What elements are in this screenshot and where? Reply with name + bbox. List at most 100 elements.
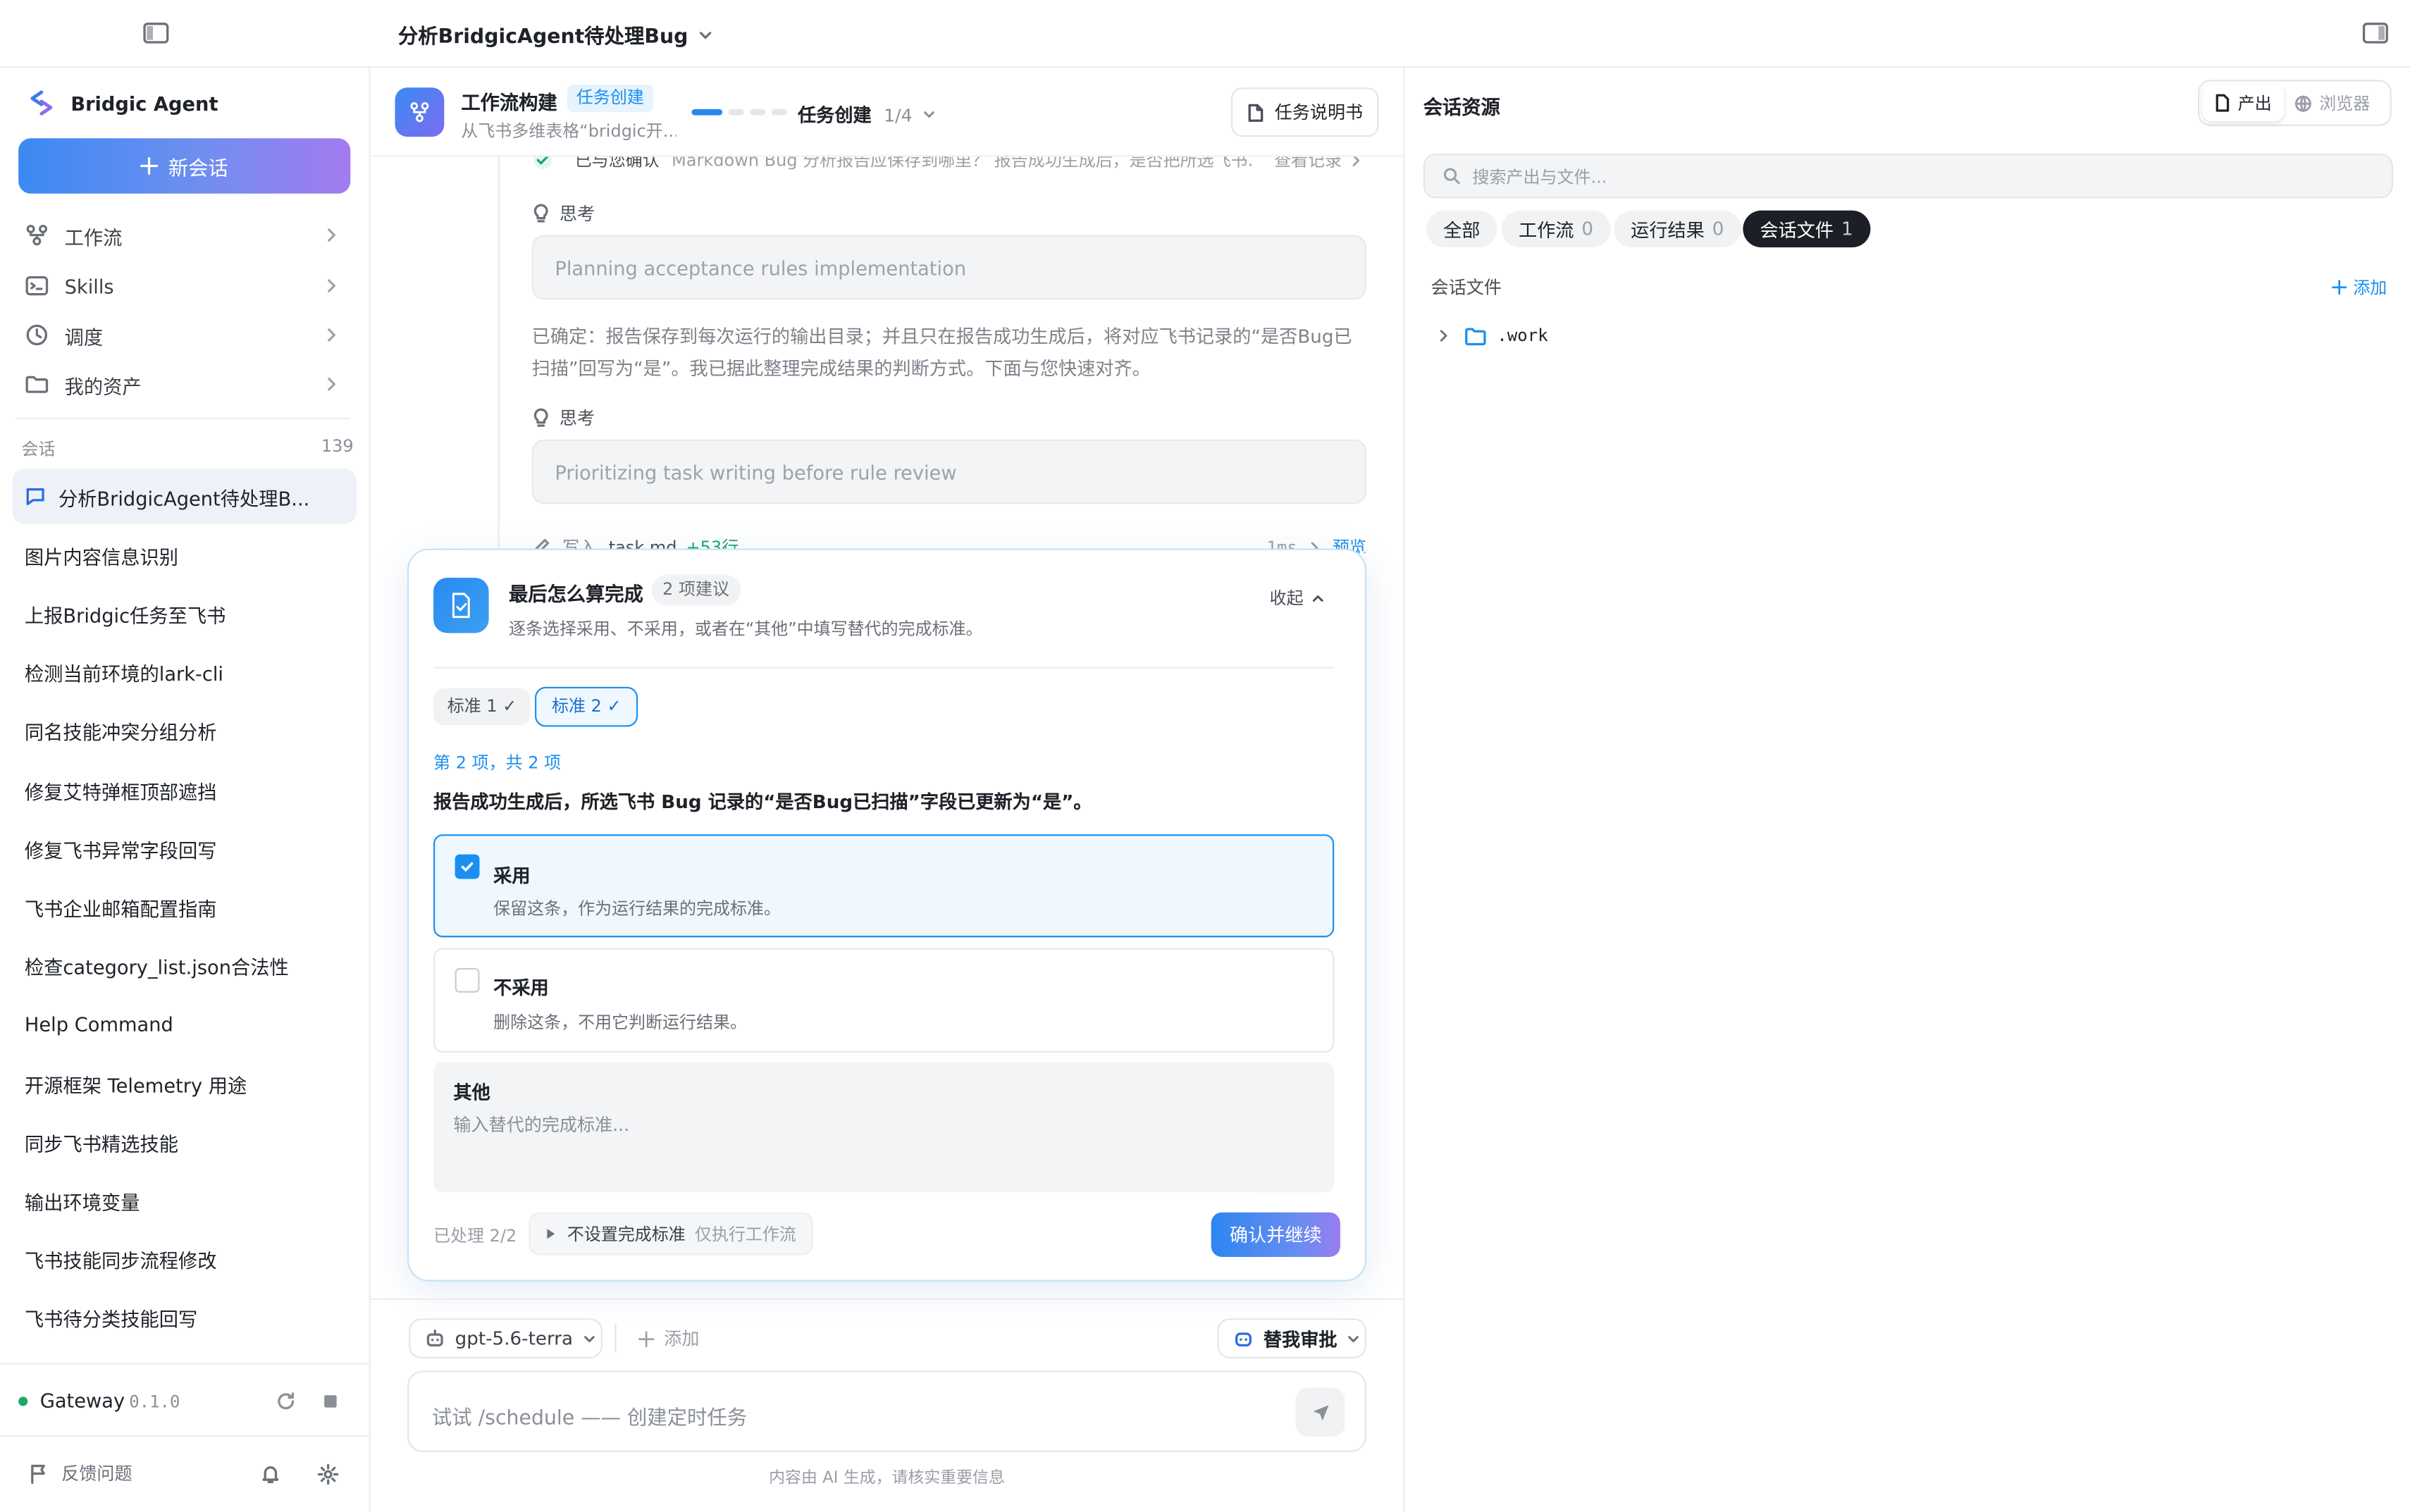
tab-output[interactable]: 产出: [2202, 84, 2285, 122]
filter-all[interactable]: 全部: [1426, 210, 1497, 248]
option-desc: 删除这条，不用它判断运行结果。: [493, 1012, 748, 1033]
resource-view-toggle: 产出 浏览器: [2198, 80, 2392, 126]
filter-session-files[interactable]: 会话文件 1: [1743, 210, 1870, 248]
tab-browser-label: 浏览器: [2319, 94, 2371, 114]
tree-item-folder[interactable]: .work: [1439, 326, 1548, 346]
nav-item-skills[interactable]: Skills: [25, 264, 347, 307]
conversation-item[interactable]: 飞书待分类技能回写: [12, 1289, 357, 1345]
criteria-tab-1[interactable]: 标准 1 ✓: [433, 688, 531, 726]
ai-disclaimer: 内容由 AI 生成，请核实重要信息: [769, 1468, 1005, 1488]
bell-icon[interactable]: [260, 1463, 282, 1485]
conversation-item[interactable]: 修复飞书异常字段回写: [12, 821, 357, 876]
filter-workflow[interactable]: 工作流 0: [1501, 210, 1611, 248]
checkbox-checked-icon[interactable]: [455, 854, 480, 879]
send-icon: [1310, 1402, 1330, 1422]
chevron-down-icon: [1347, 1332, 1361, 1346]
nav-item-workflow[interactable]: 工作流: [25, 213, 347, 256]
conversation-item-active[interactable]: 分析BridgicAgent待处理B...: [12, 469, 357, 524]
chevron-down-icon: [582, 1332, 596, 1346]
timeline-line: [498, 156, 500, 557]
conversation-item[interactable]: 上报Bridgic任务至飞书: [12, 585, 357, 641]
tab-output-label: 产出: [2237, 94, 2272, 114]
nav-item-schedule[interactable]: 调度: [25, 314, 347, 357]
workflow-avatar-icon: [395, 87, 445, 137]
filter-label: 会话文件: [1760, 218, 1834, 241]
conversation-item[interactable]: 输出环境变量: [12, 1172, 357, 1228]
conversation-item[interactable]: 飞书技能同步流程修改: [12, 1231, 357, 1287]
bridgic-logo-icon: [27, 89, 55, 116]
feedback-link[interactable]: 反馈问题: [27, 1461, 132, 1486]
filter-label: 工作流: [1518, 218, 1574, 241]
add-file-button[interactable]: 添加: [2332, 275, 2387, 299]
conversation-title[interactable]: 分析BridgicAgent待处理Bug: [398, 20, 712, 49]
divider: [0, 1363, 369, 1365]
workflow-title: 工作流构建: [461, 90, 557, 114]
completion-criteria-card: 最后怎么算完成 2 项建议 逐条选择采用、不采用，或者在“其他”中填写替代的完成…: [407, 548, 1367, 1282]
conversation-item[interactable]: 同名技能冲突分组分析: [12, 702, 357, 758]
option-title: 采用: [493, 865, 531, 887]
add-file-label: 添加: [2353, 278, 2387, 299]
document-icon: [1247, 102, 1265, 122]
collapse-button[interactable]: 收起: [1270, 585, 1326, 610]
criteria-tab-2[interactable]: 标准 2 ✓: [535, 686, 638, 727]
conversation-item[interactable]: 同步飞书精选技能: [12, 1114, 357, 1170]
folder-icon: [25, 372, 49, 397]
nav-item-assets[interactable]: 我的资产: [25, 363, 347, 406]
conversation-item[interactable]: 修复艾特弹框顶部遮挡: [12, 762, 357, 818]
conversation-item[interactable]: 开源框架 Telemetry 用途: [12, 1055, 357, 1111]
option-title: 不采用: [493, 977, 549, 999]
checkbox-icon[interactable]: [455, 967, 480, 993]
new-chat-button[interactable]: 新会话: [18, 138, 351, 194]
lightbulb-icon: [532, 203, 550, 225]
gateway-status: Gateway 0.1.0: [0, 1377, 369, 1426]
add-attachment-button[interactable]: 添加: [638, 1326, 699, 1351]
stop-icon[interactable]: [324, 1395, 337, 1408]
send-button[interactable]: [1295, 1387, 1345, 1437]
panel-toggle-icon[interactable]: [2362, 22, 2388, 45]
step-selector[interactable]: 任务创建 1/4: [798, 101, 935, 128]
conversation-title-text: 分析BridgicAgent待处理Bug: [397, 26, 688, 49]
other-input[interactable]: 输入替代的完成标准...: [453, 1113, 629, 1137]
spec-button[interactable]: 任务说明书: [1231, 87, 1379, 137]
robot-icon: [426, 1329, 444, 1347]
filter-label: 运行结果: [1631, 218, 1705, 241]
refresh-icon[interactable]: [275, 1391, 297, 1413]
option-other[interactable]: 其他 输入替代的完成标准...: [433, 1061, 1335, 1193]
chevron-down-icon: [922, 108, 936, 122]
skip-criteria-button[interactable]: 不设置完成标准 仅执行工作流: [529, 1212, 813, 1256]
tab-browser[interactable]: 浏览器: [2284, 85, 2380, 121]
plus-icon: [638, 1330, 655, 1347]
message-input[interactable]: 试试 /schedule —— 创建定时任务: [407, 1370, 1367, 1452]
brand-name: Bridgic Agent: [70, 91, 218, 115]
approval-selector[interactable]: 替我审批: [1217, 1318, 1367, 1358]
resource-search-input[interactable]: 搜索产出与文件...: [1423, 154, 2394, 199]
step-segment: [728, 109, 744, 116]
conversation-item[interactable]: 飞书企业邮箱配置指南: [12, 879, 357, 934]
section-label: 会话文件: [1430, 276, 1502, 299]
conversation-item[interactable]: 检查category_list.json合法性: [12, 937, 357, 993]
criteria-question: 报告成功生成后，所选飞书 Bug 记录的“是否Bug已扫描”字段已更新为“是”。: [433, 791, 1092, 813]
conversation-item[interactable]: 图片内容信息识别: [12, 527, 357, 583]
filter-count: 1: [1841, 218, 1853, 240]
conversation-item[interactable]: Help Command: [12, 996, 357, 1051]
gear-icon[interactable]: [316, 1463, 340, 1486]
nav-label: 工作流: [64, 225, 123, 249]
conversation-item[interactable]: 检测当前环境的lark-cli: [12, 644, 357, 700]
model-selector[interactable]: gpt-5.6-terra: [409, 1318, 602, 1358]
sidebar-toggle-icon[interactable]: [143, 22, 169, 45]
option-adopt[interactable]: 采用 保留这条，作为运行结果的完成标准。: [433, 834, 1335, 938]
search-placeholder: 搜索产出与文件...: [1472, 166, 1607, 187]
divider: [370, 1298, 1404, 1301]
option-reject[interactable]: 不采用 删除这条，不用它判断运行结果。: [433, 948, 1335, 1053]
filter-results[interactable]: 运行结果 0: [1614, 210, 1741, 248]
plus-icon: [2332, 280, 2347, 295]
gateway-label: Gateway: [39, 1389, 125, 1413]
think-label: 思考: [532, 406, 595, 430]
chevron-down-icon: [698, 27, 713, 42]
chevron-right-icon: [326, 278, 338, 294]
workflow-icon: [25, 223, 49, 247]
folder-name: .work: [1497, 326, 1548, 346]
search-icon: [1443, 168, 1460, 185]
status-dot: [18, 1396, 28, 1406]
confirm-button[interactable]: 确认并继续: [1211, 1212, 1340, 1257]
